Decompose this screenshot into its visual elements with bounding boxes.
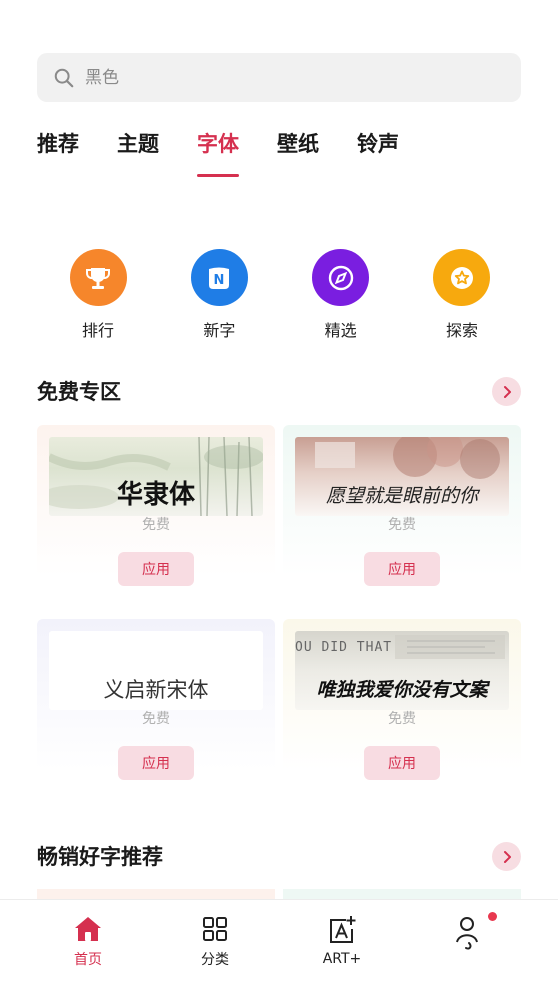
nav-art-plus-label: ART+ bbox=[322, 951, 362, 967]
font-card[interactable]: 华隶体 免费 应用 bbox=[37, 425, 275, 593]
price-label: 免费 bbox=[388, 517, 416, 533]
new-n-icon: N bbox=[190, 249, 248, 306]
nav-category[interactable]: 分类 bbox=[175, 915, 255, 969]
price-label: 免费 bbox=[388, 711, 416, 727]
quick-entry-new[interactable]: N 新字 bbox=[189, 249, 249, 341]
font-preview: OU DID THAT 唯独我爱你没有文案 bbox=[295, 631, 509, 710]
search-bar[interactable] bbox=[37, 53, 521, 102]
nav-category-label: 分类 bbox=[201, 952, 229, 968]
tab-font[interactable]: 字体 bbox=[197, 128, 239, 178]
apply-button[interactable]: 应用 bbox=[118, 746, 194, 780]
quick-entry-label: 排行 bbox=[81, 321, 114, 340]
grid-icon bbox=[203, 917, 227, 941]
apply-button[interactable]: 应用 bbox=[118, 552, 194, 586]
chevron-right-icon bbox=[503, 385, 511, 398]
font-preview: 义启新宋体 bbox=[49, 631, 263, 710]
font-name: 华隶体 bbox=[116, 480, 195, 510]
svg-text:N: N bbox=[214, 273, 225, 288]
font-preview: 华隶体 bbox=[49, 437, 263, 516]
free-section-more-button[interactable] bbox=[492, 377, 521, 406]
art-plus-icon bbox=[330, 916, 356, 943]
tab-wallpaper[interactable]: 壁纸 bbox=[277, 128, 319, 178]
quick-entry-featured[interactable]: 精选 bbox=[311, 249, 371, 341]
trophy-icon bbox=[69, 249, 127, 306]
nav-home[interactable]: 首页 bbox=[48, 915, 128, 969]
bestseller-section-more-button[interactable] bbox=[492, 842, 521, 871]
category-tabs: 推荐 主题 字体 壁纸 铃声 bbox=[37, 128, 437, 178]
quick-entry-explore[interactable]: 探索 bbox=[432, 249, 492, 341]
font-card[interactable]: 愿望就是眼前的你 免费 应用 bbox=[283, 425, 521, 593]
notification-dot bbox=[488, 912, 497, 921]
home-icon bbox=[75, 917, 101, 941]
font-card[interactable]: 义启新宋体 免费 应用 bbox=[37, 619, 275, 787]
bestseller-card-peek bbox=[37, 889, 275, 899]
tab-theme[interactable]: 主题 bbox=[117, 128, 159, 178]
font-name: 义启新宋体 bbox=[103, 677, 209, 702]
search-input[interactable] bbox=[85, 67, 485, 88]
star-badge-icon bbox=[433, 249, 491, 306]
quick-entry-label: 探索 bbox=[445, 321, 478, 340]
bestseller-section-title: 畅销好字推荐 bbox=[37, 845, 163, 869]
nav-profile[interactable] bbox=[428, 915, 508, 957]
tab-recommend[interactable]: 推荐 bbox=[37, 128, 79, 178]
bottom-nav: 首页 分类 ART+ bbox=[0, 899, 558, 992]
chevron-right-icon bbox=[503, 850, 511, 863]
bestseller-card-peek bbox=[283, 889, 521, 899]
free-section-title: 免费专区 bbox=[37, 380, 121, 404]
quick-entry-ranking[interactable]: 排行 bbox=[68, 249, 128, 341]
search-icon bbox=[54, 68, 74, 87]
nav-home-label: 首页 bbox=[74, 952, 102, 968]
nav-art-plus[interactable]: ART+ bbox=[302, 915, 382, 967]
apply-button[interactable]: 应用 bbox=[364, 746, 440, 780]
font-preview: 愿望就是眼前的你 bbox=[295, 437, 509, 516]
tab-ringtone[interactable]: 铃声 bbox=[357, 128, 399, 178]
quick-entry-label: 精选 bbox=[324, 321, 357, 340]
quick-entry-label: 新字 bbox=[203, 321, 236, 340]
compass-icon bbox=[312, 249, 370, 306]
profile-icon bbox=[456, 917, 478, 950]
price-label: 免费 bbox=[142, 711, 170, 727]
font-name: 愿望就是眼前的你 bbox=[325, 485, 478, 507]
price-label: 免费 bbox=[142, 517, 170, 533]
quick-entries: 排行 N 新字 精选 探索 bbox=[68, 249, 492, 341]
font-card[interactable]: OU DID THAT 唯独我爱你没有文案 免费 应用 bbox=[283, 619, 521, 787]
apply-button[interactable]: 应用 bbox=[364, 552, 440, 586]
font-name: 唯独我爱你没有文案 bbox=[316, 679, 488, 701]
